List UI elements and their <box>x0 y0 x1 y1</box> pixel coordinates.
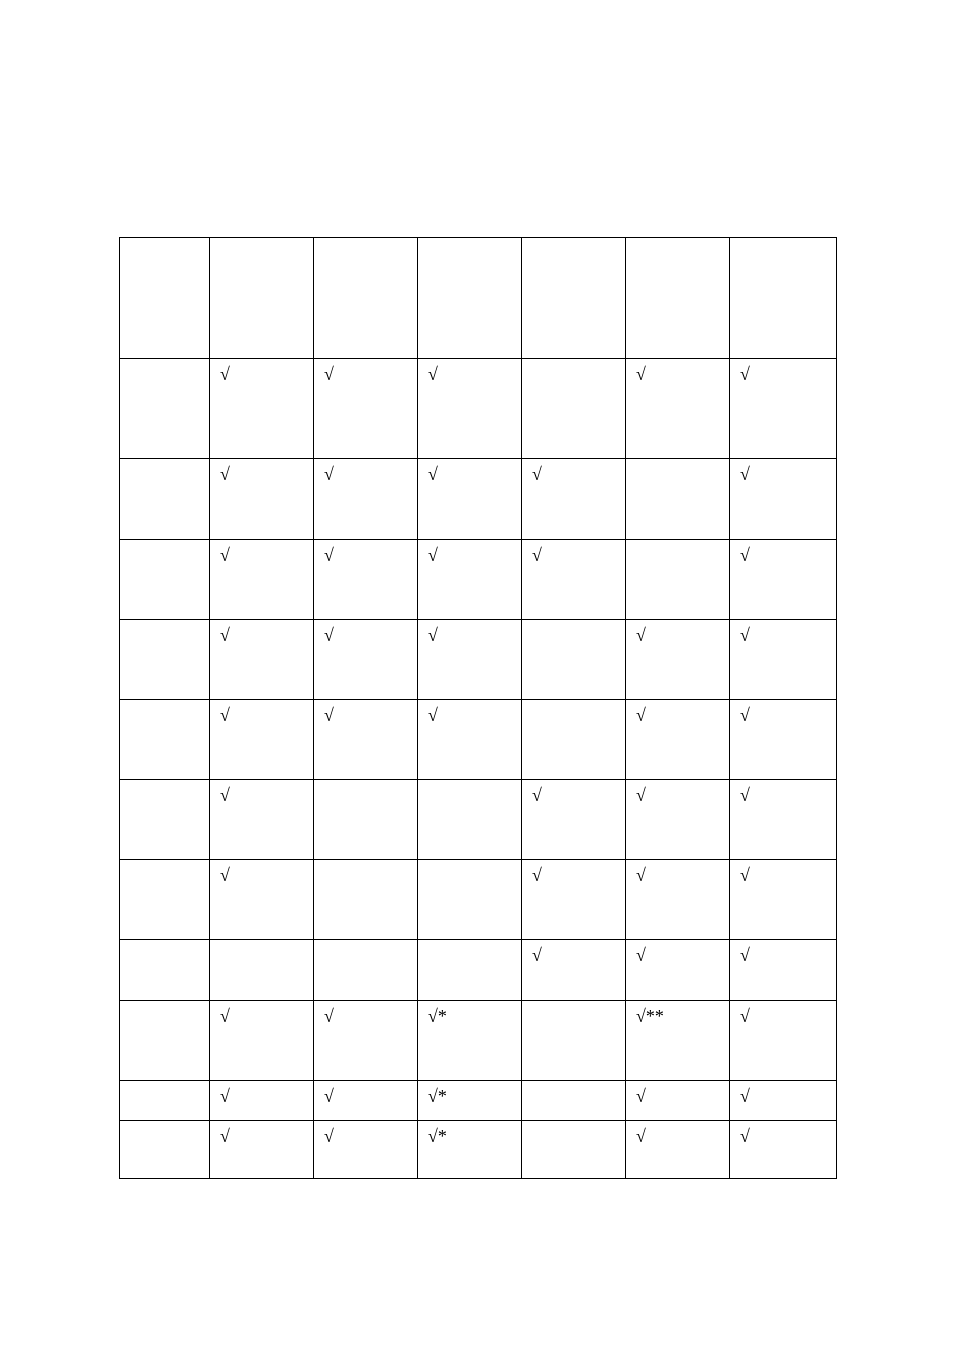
table-cell <box>120 1001 210 1081</box>
table-cell <box>210 940 314 1001</box>
table-cell <box>522 1121 626 1179</box>
table-cell <box>120 1081 210 1121</box>
table-cell: √ <box>210 1001 314 1081</box>
table-cell <box>522 1001 626 1081</box>
table-cell: √ <box>522 780 626 860</box>
table-cell: √ <box>210 359 314 459</box>
table-cell <box>314 860 418 940</box>
table-cell <box>418 780 522 860</box>
table-cell: √ <box>314 1121 418 1179</box>
table-cell: √ <box>730 780 837 860</box>
table-cell <box>522 700 626 780</box>
table-cell: √ <box>730 459 837 540</box>
table-cell: √ <box>626 700 730 780</box>
table-cell: √ <box>730 940 837 1001</box>
table-cell <box>120 860 210 940</box>
table-cell: √ <box>418 620 522 700</box>
table-cell: √ <box>626 940 730 1001</box>
table-cell: √ <box>314 459 418 540</box>
table-cell <box>120 459 210 540</box>
table-cell: √ <box>626 620 730 700</box>
table-cell: √ <box>210 540 314 620</box>
table-cell <box>120 780 210 860</box>
table-cell <box>522 620 626 700</box>
table-cell <box>120 620 210 700</box>
table-cell: √ <box>314 620 418 700</box>
table-cell: √ <box>210 700 314 780</box>
table-cell: √ <box>730 359 837 459</box>
table-cell <box>418 860 522 940</box>
table-cell: √ <box>730 1121 837 1179</box>
table-cell: √ <box>314 359 418 459</box>
table-cell: √ <box>210 620 314 700</box>
table-cell <box>418 940 522 1001</box>
table-cell: √ <box>522 459 626 540</box>
table-cell: √ <box>730 540 837 620</box>
table-cell: √ <box>730 700 837 780</box>
table-cell: √* <box>418 1121 522 1179</box>
table-cell: √ <box>210 860 314 940</box>
table-cell: √ <box>730 860 837 940</box>
table-cell: √ <box>522 860 626 940</box>
table-cell: √ <box>210 1081 314 1121</box>
table-cell: √ <box>418 540 522 620</box>
data-table: √√√√√√√√√√√√√√√√√√√√√√√√√√√√√√√√√√√√√√√*… <box>119 237 837 1179</box>
table-cell <box>418 238 522 359</box>
table-cell <box>522 359 626 459</box>
table-cell <box>120 700 210 780</box>
table-cell: √ <box>210 780 314 860</box>
table-cell <box>120 940 210 1001</box>
table-cell: √ <box>210 459 314 540</box>
table-cell: √ <box>418 359 522 459</box>
table-cell <box>626 540 730 620</box>
table-cell <box>730 238 837 359</box>
table-cell <box>522 238 626 359</box>
table-cell <box>120 238 210 359</box>
table-cell: √* <box>418 1081 522 1121</box>
table-cell <box>120 540 210 620</box>
table-cell: √ <box>314 1081 418 1121</box>
table-cell: √ <box>522 940 626 1001</box>
table-cell: √ <box>210 1121 314 1179</box>
table-cell: √ <box>626 780 730 860</box>
table-cell <box>314 238 418 359</box>
table-cell <box>626 238 730 359</box>
table-cell: √ <box>418 459 522 540</box>
table-cell: √ <box>314 540 418 620</box>
table-cell <box>210 238 314 359</box>
table-cell: √ <box>626 860 730 940</box>
table-cell: √ <box>522 540 626 620</box>
table-cell: √* <box>418 1001 522 1081</box>
table-cell: √ <box>314 700 418 780</box>
table-cell <box>314 780 418 860</box>
table-cell <box>120 1121 210 1179</box>
table-cell: √ <box>730 620 837 700</box>
table-cell: √ <box>418 700 522 780</box>
table-cell: √ <box>626 1121 730 1179</box>
table-cell <box>314 940 418 1001</box>
table-cell: √** <box>626 1001 730 1081</box>
table-cell <box>626 459 730 540</box>
table-cell: √ <box>626 1081 730 1121</box>
table-cell: √ <box>626 359 730 459</box>
table-cell: √ <box>730 1081 837 1121</box>
table-cell: √ <box>730 1001 837 1081</box>
table-cell <box>120 359 210 459</box>
table-cell: √ <box>314 1001 418 1081</box>
table-cell <box>522 1081 626 1121</box>
